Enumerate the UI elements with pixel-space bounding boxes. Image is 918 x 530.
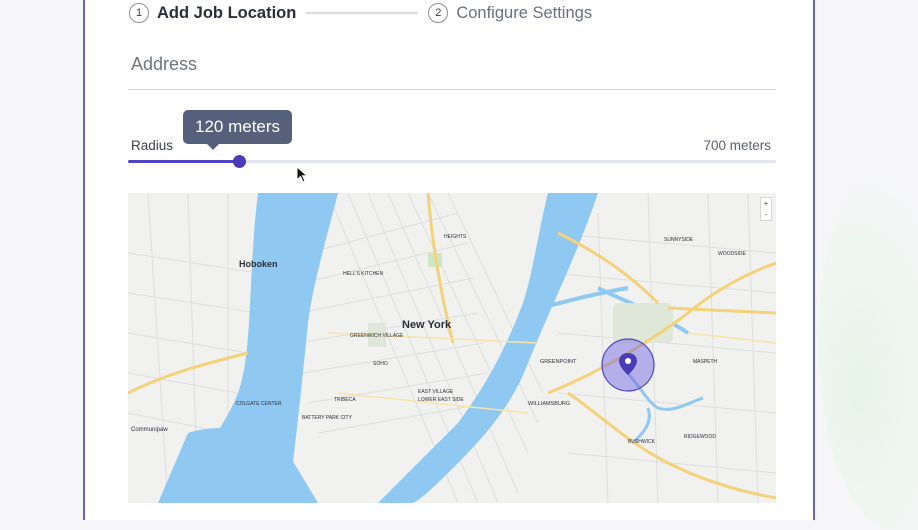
stepper: 1 Add Job Location 2 Configure Settings	[129, 0, 592, 26]
step-label-configure-settings: Configure Settings	[456, 3, 593, 22]
zoom-in-button[interactable]: +	[764, 199, 769, 208]
map-label-sunnyside: SUNNYSIDE	[664, 237, 694, 243]
map-label-ridgewood: RIDGEWOOD	[684, 434, 716, 440]
background-decoration	[818, 170, 918, 530]
step-number-2: 2	[428, 3, 449, 23]
map-view[interactable]: Hoboken New York GREENPOINT WILLIAMSBURG…	[128, 193, 776, 503]
map-label-greenpoint: GREENPOINT	[540, 359, 577, 365]
map-canvas: Hoboken New York GREENPOINT WILLIAMSBURG…	[128, 193, 776, 503]
map-label-williamsburg: WILLIAMSBURG	[528, 401, 570, 407]
map-label-east-village: EAST VILLAGE	[418, 389, 454, 395]
map-label-battery-park: BATTERY PARK CITY	[302, 415, 353, 421]
map-label-hoboken: Hoboken	[239, 259, 278, 269]
radius-max-label: 700 meters	[703, 138, 771, 153]
map-label-maspeth: MASPETH	[693, 359, 718, 365]
radius-slider-thumb[interactable]	[233, 155, 247, 168]
address-input[interactable]	[128, 54, 779, 75]
step-add-job-location[interactable]: 1 Add Job Location	[129, 3, 296, 23]
radius-slider-fill	[128, 160, 240, 163]
step-label-add-job-location: Add Job Location	[157, 3, 297, 22]
step-connector	[306, 12, 419, 14]
radius-label: Radius	[131, 138, 174, 153]
map-label-new-york: New York	[402, 319, 452, 331]
map-label-communipaw: Communipaw	[131, 427, 168, 433]
map-label-tribeca: TRIBECA	[334, 397, 356, 403]
zoom-out-button[interactable]: -	[765, 210, 768, 219]
map-label-greenwich: GREENWICH VILLAGE	[350, 333, 404, 339]
step-number-1: 1	[129, 3, 149, 23]
map-label-colgate: COLGATE CENTER	[236, 401, 282, 407]
job-location-card: 1 Add Job Location 2 Configure Settings …	[83, 0, 815, 520]
map-label-lower-east-side: LOWER EAST SIDE	[418, 397, 464, 403]
map-label-soho: SOHO	[373, 361, 388, 367]
map-label-bushwick: BUSHWICK	[628, 439, 656, 445]
address-field	[128, 54, 779, 90]
radius-slider[interactable]	[128, 155, 776, 168]
park-area	[613, 303, 673, 343]
step-configure-settings[interactable]: 2 Configure Settings	[428, 3, 592, 23]
map-zoom-controls: + -	[760, 197, 772, 221]
mouse-cursor-icon	[296, 166, 309, 183]
map-label-woodside: WOODSIDE	[718, 251, 746, 257]
map-label-hells-kitchen: HELL'S KITCHEN	[343, 271, 384, 277]
map-label-heights: HEIGHTS	[444, 234, 467, 240]
radius-tooltip: 120 meters	[183, 110, 293, 150]
